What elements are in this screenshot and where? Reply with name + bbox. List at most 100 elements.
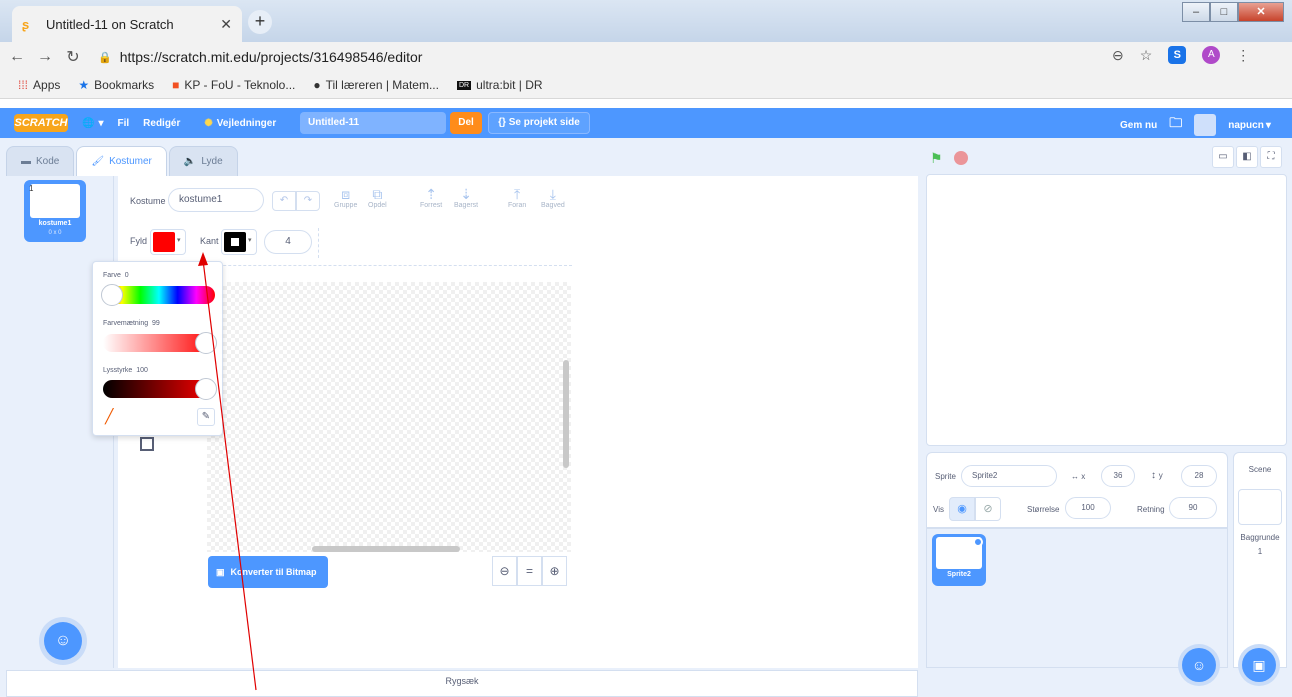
profile-avatar[interactable]: A bbox=[1202, 46, 1221, 64]
size-input[interactable]: 100 bbox=[1065, 497, 1111, 519]
chevron-down-icon: ▾ bbox=[177, 237, 181, 244]
back-icon[interactable]: ← bbox=[6, 48, 28, 66]
scratch-logo[interactable]: SCRATCH bbox=[14, 114, 68, 132]
stop-icon[interactable] bbox=[954, 151, 968, 165]
language-menu[interactable]: 🌐 ▾ bbox=[82, 118, 103, 129]
direction-input[interactable]: 90 bbox=[1169, 497, 1217, 519]
redo-button[interactable]: ↷ bbox=[296, 191, 320, 211]
front-button[interactable]: ⤒ Foran bbox=[508, 186, 526, 209]
small-stage-button[interactable]: ▭ bbox=[1212, 146, 1234, 168]
lock-icon: 🔒 bbox=[98, 51, 112, 64]
backdrops-count: 1 bbox=[1257, 547, 1263, 556]
save-now-button[interactable]: Gem nu bbox=[1120, 120, 1157, 131]
group-button[interactable]: ⧈ Gruppe bbox=[334, 186, 357, 209]
bookmark-ultrabit[interactable]: DR ultra:bit | DR bbox=[456, 78, 543, 92]
forward-button[interactable]: ⇡ Forrest bbox=[420, 186, 442, 209]
outline-label: Kant bbox=[200, 236, 219, 246]
fill-color-swatch[interactable]: ▾ bbox=[150, 229, 186, 255]
edit-menu[interactable]: Redigér bbox=[143, 118, 180, 129]
bookmarks-bar: ⁞⁞⁞ Apps ★ Bookmarks ■ KP - FoU - Teknolo..… bbox=[0, 72, 1292, 99]
share-button[interactable]: Del bbox=[450, 112, 482, 134]
arrow-up-icon: ⇡ bbox=[425, 186, 437, 202]
ungroup-button[interactable]: ⧉ Opdel bbox=[368, 186, 387, 209]
hue-slider-handle[interactable] bbox=[101, 284, 123, 306]
show-sprite-button[interactable]: ◉ bbox=[949, 497, 975, 521]
bookmark-apps[interactable]: ⁞⁞⁞ Apps bbox=[18, 78, 60, 92]
fill-label: Fyld bbox=[130, 236, 148, 246]
fullscreen-icon[interactable]: ⛶ bbox=[1260, 146, 1282, 168]
browser-tab[interactable]: ʂ Untitled-11 on Scratch ✕ bbox=[12, 6, 242, 42]
my-stuff-folder-icon[interactable]: 🗀 bbox=[1169, 114, 1182, 136]
address-bar-actions: ⊖ ☆ S A ⋮ bbox=[1112, 46, 1250, 64]
file-menu[interactable]: Fil bbox=[117, 118, 129, 129]
zoom-reset-button[interactable]: = bbox=[517, 556, 542, 586]
user-avatar[interactable] bbox=[1194, 114, 1217, 136]
skype-extension-icon[interactable]: S bbox=[1168, 46, 1187, 64]
backpack-bar[interactable]: Rygsæk bbox=[6, 670, 918, 697]
green-flag-icon[interactable]: ⚑ bbox=[930, 150, 943, 167]
convert-to-bitmap-button[interactable]: ▣ Konverter til Bitmap bbox=[208, 556, 328, 588]
image-icon: ▣ bbox=[216, 566, 225, 577]
bookmark-kp[interactable]: ■ KP - FoU - Teknolo... bbox=[172, 78, 295, 92]
back-button[interactable]: ⤓ Bagved bbox=[541, 186, 565, 209]
zoom-out-button[interactable]: ⊖ bbox=[492, 556, 517, 586]
paint-canvas[interactable] bbox=[207, 282, 571, 552]
tab-sounds[interactable]: 🔈 Lyde bbox=[168, 146, 238, 176]
brightness-slider[interactable] bbox=[103, 378, 217, 400]
forward-icon[interactable]: → bbox=[34, 48, 56, 66]
backdrop-thumbnail[interactable] bbox=[1238, 489, 1282, 525]
zoom-icon[interactable]: ⊖ bbox=[1112, 47, 1124, 64]
toolbar-divider bbox=[318, 228, 319, 258]
zoom-in-button[interactable]: ⊕ bbox=[542, 556, 567, 586]
backward-button[interactable]: ⇣ Bagerst bbox=[454, 186, 478, 209]
saturation-slider[interactable] bbox=[103, 332, 217, 354]
bookmark-bookmarks[interactable]: ★ Bookmarks bbox=[78, 78, 154, 92]
menu-dots-icon[interactable]: ⋮ bbox=[1236, 47, 1250, 64]
minimize-button[interactable]: – bbox=[1182, 2, 1210, 22]
x-input[interactable]: 36 bbox=[1101, 465, 1135, 487]
zoom-controls: ⊖ = ⊕ bbox=[492, 556, 567, 586]
sprite-tile[interactable]: Sprite2 bbox=[932, 534, 986, 586]
delete-sprite-icon[interactable] bbox=[973, 537, 983, 547]
saturation-slider-handle[interactable] bbox=[195, 332, 217, 354]
outline-color-swatch[interactable]: ▾ bbox=[221, 229, 257, 255]
new-tab-button[interactable]: + bbox=[248, 10, 272, 34]
large-stage-button[interactable]: ◧ bbox=[1236, 146, 1258, 168]
brightness-slider-handle[interactable] bbox=[195, 378, 217, 400]
tab-code[interactable]: ▬ Kode bbox=[6, 146, 75, 176]
stage-canvas[interactable] bbox=[926, 174, 1287, 446]
y-input[interactable]: 28 bbox=[1181, 465, 1217, 487]
undo-button[interactable]: ↶ bbox=[272, 191, 296, 211]
hue-slider[interactable] bbox=[101, 284, 215, 306]
eyedropper-icon[interactable]: ✎ bbox=[197, 408, 215, 426]
project-title-input[interactable]: Untitled-11 bbox=[300, 112, 446, 134]
username-menu[interactable]: napucn bbox=[1228, 120, 1264, 131]
costume-tile[interactable]: 1 kostume1 0 x 0 bbox=[24, 180, 86, 242]
backdrops-label: Baggrunde bbox=[1240, 533, 1280, 542]
code-icon: ▬ bbox=[21, 156, 31, 167]
no-fill-icon[interactable]: ╱ bbox=[105, 408, 113, 425]
add-sprite-button[interactable]: ☺ bbox=[1182, 648, 1216, 682]
bookmark-til-laereren[interactable]: ● Til læreren | Matem... bbox=[313, 78, 439, 92]
tab-costumes[interactable]: 🖌 Kostumer bbox=[76, 146, 167, 176]
maximize-button[interactable]: □ bbox=[1210, 2, 1238, 22]
sprite-name-input[interactable]: Sprite2 bbox=[961, 465, 1057, 487]
horizontal-scrollbar[interactable] bbox=[312, 546, 460, 552]
vertical-scrollbar[interactable] bbox=[563, 360, 569, 468]
rectangle-tool-icon[interactable] bbox=[140, 437, 154, 451]
window-close-button[interactable]: ✕ bbox=[1238, 2, 1284, 22]
tab-close-icon[interactable]: ✕ bbox=[220, 16, 232, 33]
url-field[interactable]: 🔒 https://scratch.mit.edu/projects/31649… bbox=[98, 49, 422, 65]
tutorials-button[interactable]: ✺ Vejledninger bbox=[204, 118, 276, 129]
bookmark-star-icon[interactable]: ☆ bbox=[1140, 47, 1153, 64]
hide-sprite-button[interactable]: ⊘ bbox=[975, 497, 1001, 521]
stage-size-controls: ▭ ◧ ⛶ bbox=[1212, 146, 1282, 168]
scene-panel[interactable]: Scene Baggrunde 1 bbox=[1233, 452, 1287, 668]
add-backdrop-button[interactable]: ▣ bbox=[1242, 648, 1276, 682]
add-costume-button[interactable]: ☺ bbox=[44, 622, 82, 660]
chevron-down-icon[interactable]: ▾ bbox=[1266, 120, 1271, 131]
outline-width-input[interactable]: 4 bbox=[264, 230, 312, 254]
reload-icon[interactable]: ↻ bbox=[62, 47, 84, 67]
see-project-page-button[interactable]: {} Se projekt side bbox=[488, 112, 590, 134]
costume-name-input[interactable]: kostume1 bbox=[168, 188, 264, 212]
